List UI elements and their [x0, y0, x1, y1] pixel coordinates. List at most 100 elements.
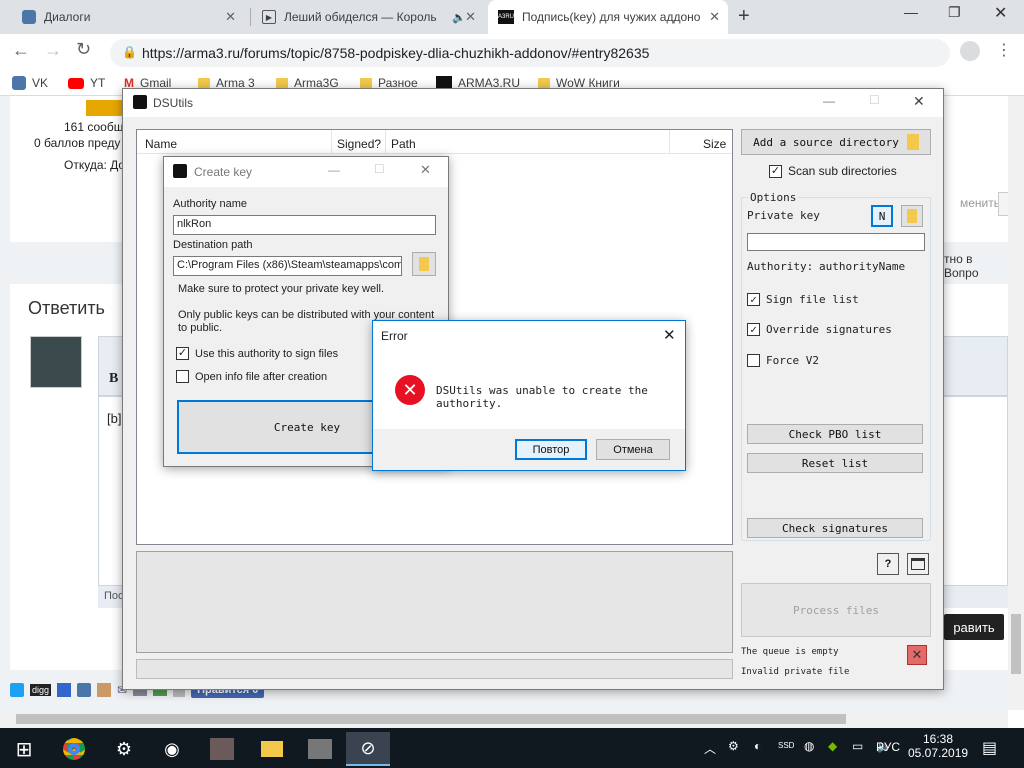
close-tab-icon[interactable]: ✕	[709, 9, 720, 25]
window-toggle-button[interactable]	[907, 553, 929, 575]
menu-icon[interactable]: ⋮	[996, 40, 1012, 60]
scan-sub-checkbox[interactable]: ✓ Scan sub directories	[769, 164, 897, 178]
close-tab-icon[interactable]: ✕	[225, 9, 236, 25]
close-icon[interactable]: ✕	[420, 162, 431, 178]
browse-key-button[interactable]	[901, 205, 923, 227]
teamspeak-icon[interactable]: ◉	[150, 732, 194, 766]
edit-link[interactable]: менить	[960, 196, 1000, 210]
reset-list-button[interactable]: Reset list	[747, 453, 923, 473]
help-button[interactable]: ?	[877, 553, 899, 575]
authority-value: authorityName	[819, 260, 906, 273]
bookmark-yt[interactable]: YT	[68, 76, 105, 90]
vertical-scrollbar[interactable]	[1008, 96, 1024, 710]
dsutils-taskbar-icon[interactable]: ⊘	[346, 732, 390, 766]
chevron-up-icon[interactable]: ︿	[704, 740, 716, 757]
add-source-button[interactable]: Add a source directory	[741, 129, 931, 155]
tab-video[interactable]: ▶ Леший обиделся — Король 🔈 ✕	[252, 0, 484, 34]
close-icon[interactable]: ✕	[913, 93, 925, 110]
scrollbar-thumb[interactable]	[1011, 614, 1021, 674]
dsutils-title: DSUtils	[153, 96, 194, 110]
close-window-icon[interactable]: ✕	[994, 3, 1007, 23]
override-signatures-checkbox[interactable]: ✓ Override signatures	[747, 323, 892, 336]
send-button[interactable]: равить	[944, 614, 1004, 640]
open-info-checkbox[interactable]: Open info file after creation	[176, 370, 327, 383]
tab-dialogs[interactable]: Диалоги ✕	[12, 0, 244, 34]
url-text: https://arma3.ru/forums/topic/8758-podpi…	[142, 45, 650, 61]
chrome-icon[interactable]	[52, 732, 96, 766]
close-icon[interactable]: ✕	[663, 326, 676, 344]
bold-button[interactable]: B	[109, 371, 118, 387]
private-key-field[interactable]	[747, 233, 925, 251]
vk-icon[interactable]	[77, 683, 92, 697]
youtube-icon: ▶	[262, 10, 276, 24]
minimize-icon[interactable]: —	[328, 163, 340, 177]
horizontal-scrollbar[interactable]	[0, 710, 1008, 728]
digg-icon[interactable]: digg	[30, 684, 52, 696]
taskbar: ⊞ ⚙ ◉ ⊘ ︿ ⚙ ◐ SSD ◍ ◆ ▭ 🔈 РУС 16:38 05.0…	[0, 728, 1024, 768]
windows-start-icon[interactable]: ⊞	[2, 732, 46, 766]
checkbox-unchecked[interactable]	[176, 370, 189, 383]
network-icon[interactable]: ◍	[804, 739, 814, 753]
maximize-icon[interactable]: ☐	[374, 162, 385, 176]
reload-icon[interactable]: ↻	[76, 39, 91, 60]
dest-path-input[interactable]: C:\Program Files (x86)\Steam\steamapps\c…	[173, 256, 402, 276]
reputation: 0 баллов преду	[34, 136, 121, 150]
sign-file-list-checkbox[interactable]: ✓ Sign file list	[747, 293, 859, 306]
column-path[interactable]: Path	[391, 137, 416, 151]
use-authority-checkbox[interactable]: ✓ Use this authority to sign files	[176, 347, 338, 360]
check-signatures-button[interactable]: Check signatures	[747, 518, 923, 538]
restore-icon[interactable]: ❐	[948, 4, 961, 21]
error-message: DSUtils was unable to create the authori…	[436, 384, 648, 410]
minimize-icon[interactable]: —	[823, 94, 835, 108]
forward-icon[interactable]: →	[44, 40, 62, 61]
arma3-icon[interactable]	[298, 732, 342, 766]
url-field[interactable]: 🔒 https://arma3.ru/forums/topic/8758-pod…	[110, 39, 950, 67]
twitter-icon[interactable]	[10, 683, 24, 697]
maximize-icon[interactable]: ☐	[869, 93, 880, 107]
authority-name-input[interactable]: nlkRon	[173, 215, 436, 235]
process-files-button[interactable]: Process files	[741, 583, 931, 637]
browse-path-button[interactable]	[412, 252, 436, 276]
scrollbar-thumb[interactable]	[16, 714, 846, 724]
notifications-icon[interactable]: ▤	[982, 738, 997, 758]
column-size[interactable]: Size	[703, 137, 726, 151]
checkbox-checked[interactable]: ✓	[747, 293, 760, 306]
minimize-icon[interactable]: —	[904, 4, 918, 20]
checkbox-checked[interactable]: ✓	[747, 323, 760, 336]
new-tab-button[interactable]: +	[738, 5, 750, 28]
network-icon[interactable]: ▭	[852, 739, 863, 753]
checkbox-checked[interactable]: ✓	[769, 164, 782, 178]
new-key-button[interactable]: N	[871, 205, 893, 227]
profile-avatar[interactable]	[960, 41, 980, 61]
column-signed[interactable]: Signed?	[337, 137, 381, 151]
game-icon[interactable]	[200, 732, 244, 766]
column-name[interactable]: Name	[145, 137, 177, 151]
tab-forum[interactable]: A3RU Подпись(key) для чужих аддоно ✕	[488, 0, 728, 34]
check-pbo-button[interactable]: Check PBO list	[747, 424, 923, 444]
cancel-button[interactable]: Отмена	[596, 439, 670, 460]
close-tab-icon[interactable]: ✕	[465, 9, 476, 25]
protect-key-note: Make sure to protect your private key we…	[178, 283, 385, 295]
dest-path-label: Destination path	[173, 239, 253, 251]
clock[interactable]: 16:38 05.07.2019	[908, 732, 968, 760]
language-indicator[interactable]: РУС	[876, 740, 900, 754]
delicious-icon[interactable]	[57, 683, 72, 697]
share-icon[interactable]	[97, 683, 112, 697]
explorer-icon[interactable]	[250, 732, 294, 766]
error-button-bar: Повтор Отмена	[373, 429, 685, 470]
tray-icon[interactable]: ◐	[754, 739, 761, 753]
checkbox-unchecked[interactable]	[747, 354, 760, 367]
folder-icon	[907, 209, 917, 223]
dsutils-titlebar: DSUtils — ☐ ✕	[123, 89, 943, 117]
checkbox-checked[interactable]: ✓	[176, 347, 189, 360]
nvidia-icon[interactable]: ◆	[828, 739, 837, 753]
steam-icon[interactable]: ⚙	[102, 732, 146, 766]
editor-text: [b]	[107, 411, 122, 426]
force-v2-checkbox[interactable]: Force V2	[747, 354, 819, 367]
arma3ru-icon: A3RU	[498, 10, 514, 24]
steam-tray-icon[interactable]: ⚙	[728, 739, 739, 753]
retry-button[interactable]: Повтор	[515, 439, 587, 460]
bookmark-vk[interactable]: VK	[12, 76, 48, 90]
back-icon[interactable]: ←	[12, 40, 30, 61]
ssd-icon[interactable]: SSD	[778, 741, 794, 750]
